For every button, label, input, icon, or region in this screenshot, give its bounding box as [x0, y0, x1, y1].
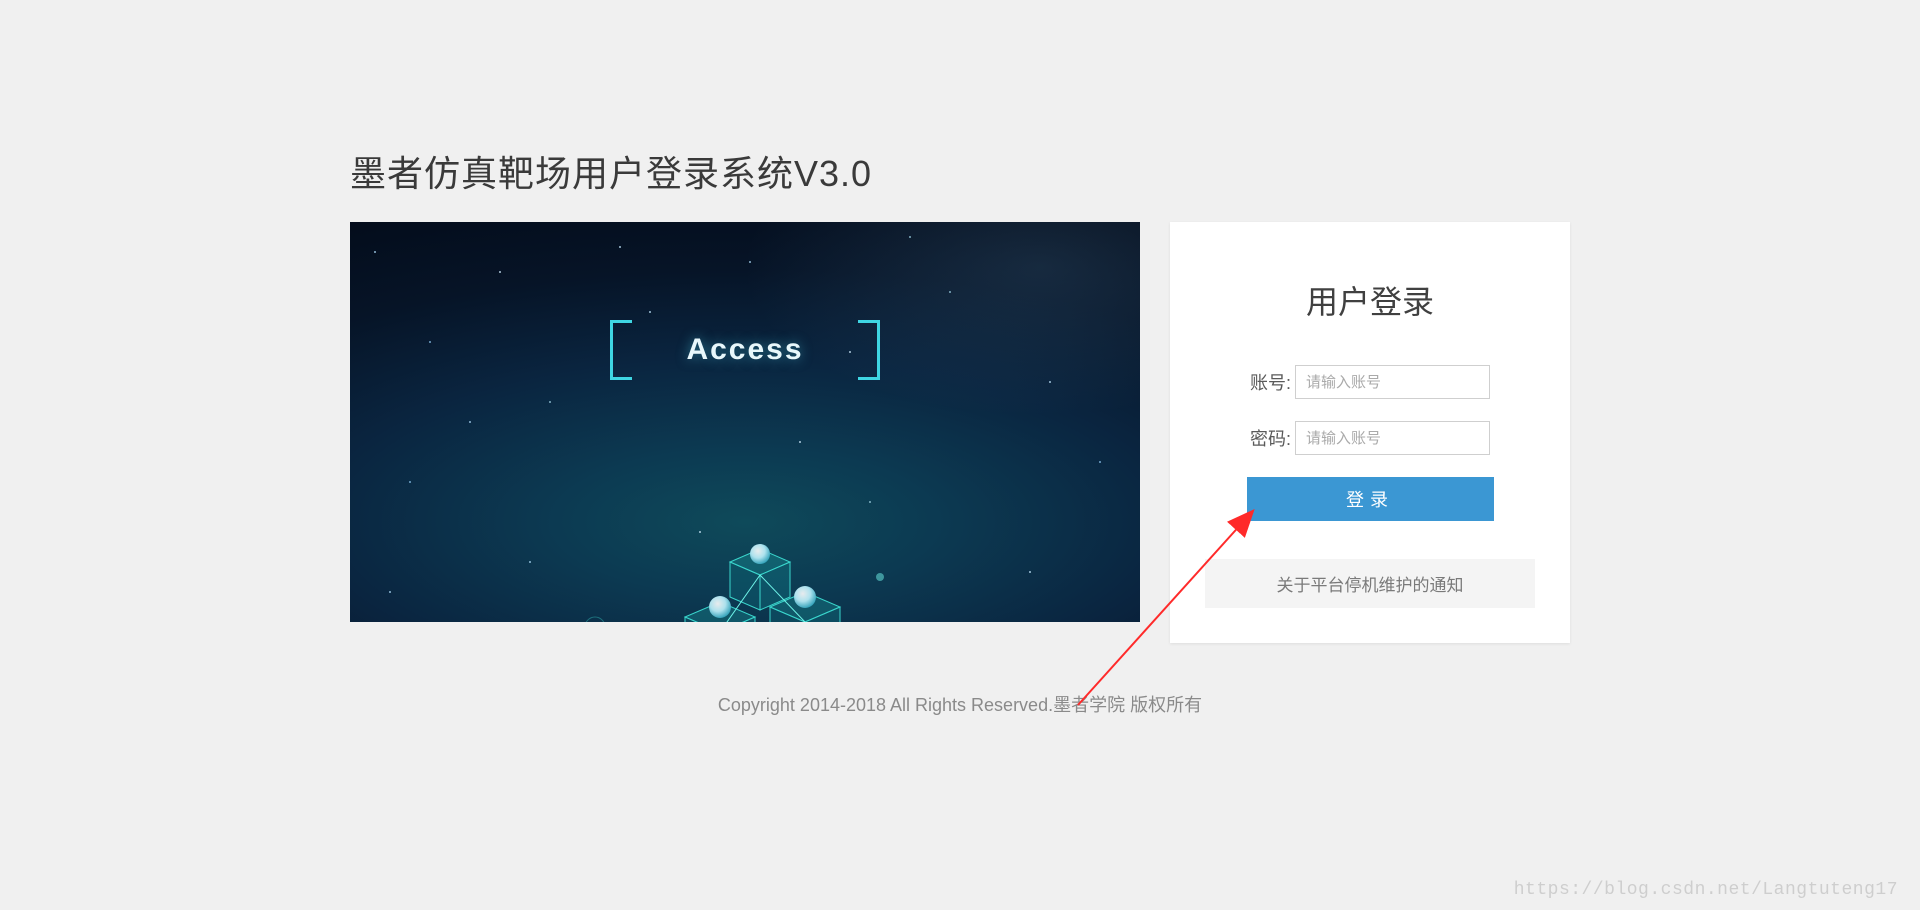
watermark-text: https://blog.csdn.net/Langtuteng17	[1514, 880, 1898, 900]
login-panel: 用户登录 账号: 密码: 登录 关于平台停机维护的通知	[1170, 222, 1570, 643]
password-input[interactable]	[1295, 421, 1490, 455]
username-input[interactable]	[1295, 365, 1490, 399]
access-frame: Access	[610, 320, 880, 380]
maintenance-notice-link[interactable]: 关于平台停机维护的通知	[1205, 559, 1535, 608]
login-heading: 用户登录	[1205, 277, 1535, 323]
username-row: 账号:	[1205, 365, 1535, 399]
footer-copyright: Copyright 2014-2018 All Rights Reserved.…	[350, 691, 1570, 717]
password-label: 密码:	[1250, 425, 1291, 451]
content-row: Access	[350, 222, 1570, 643]
bracket-right-icon	[858, 320, 880, 380]
page-title: 墨者仿真靶场用户登录系统V3.0	[350, 145, 1570, 197]
login-button[interactable]: 登录	[1247, 477, 1494, 521]
password-row: 密码:	[1205, 421, 1535, 455]
page-container: 墨者仿真靶场用户登录系统V3.0 Access	[350, 0, 1570, 717]
platform-graphic	[535, 507, 955, 622]
username-label: 账号:	[1250, 369, 1291, 395]
bracket-left-icon	[610, 320, 632, 380]
hero-image: Access	[350, 222, 1140, 622]
access-caption: Access	[686, 333, 803, 367]
